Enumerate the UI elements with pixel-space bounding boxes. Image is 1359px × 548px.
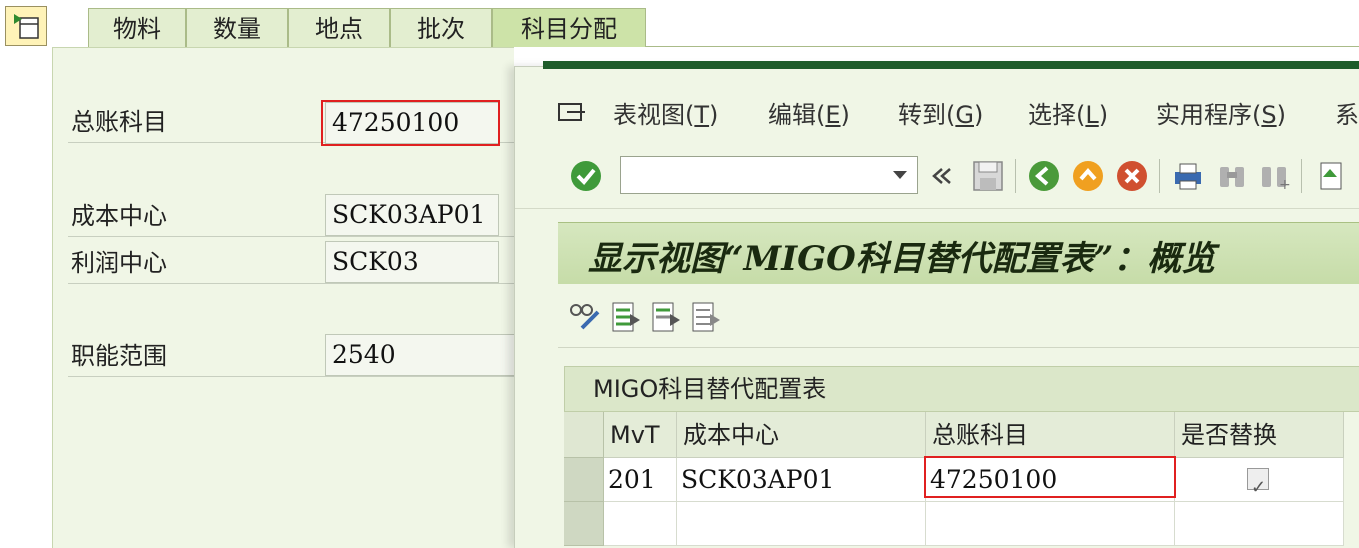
menu-goto[interactable]: 转到(G): [898, 95, 983, 130]
replace-checkbox[interactable]: [1247, 466, 1269, 510]
command-field[interactable]: [620, 156, 918, 194]
menu-label: 实用程序(: [1156, 101, 1262, 129]
profit-center-label: 利润中心: [71, 249, 167, 277]
gl-account-label: 总账科目: [71, 108, 167, 136]
functional-area-field[interactable]: 2540: [325, 334, 515, 376]
menu-label-end: ): [709, 101, 719, 129]
column-header-replace[interactable]: 是否替换: [1175, 412, 1344, 458]
menu-edit[interactable]: 编辑(E): [768, 95, 850, 130]
column-header-mvt[interactable]: MvT: [604, 412, 677, 458]
column-header-cost-center[interactable]: 成本中心: [677, 412, 926, 458]
highlight-box: [924, 456, 1176, 498]
menu-label: 编辑(: [768, 101, 826, 129]
print-icon[interactable]: [1171, 159, 1205, 193]
cost-center-field[interactable]: SCK03AP01: [325, 194, 499, 236]
menu-utilities[interactable]: 实用程序(S): [1156, 95, 1286, 130]
menu-label: 系: [1335, 101, 1359, 129]
menu-label: 选择(: [1028, 101, 1086, 129]
cost-center-label: 成本中心: [71, 202, 167, 230]
back-icon[interactable]: [1027, 159, 1061, 193]
deselect-icon[interactable]: [650, 300, 682, 334]
tab-baseline: [646, 46, 1359, 47]
tab-batch[interactable]: 批次: [390, 8, 492, 47]
svg-text:+: +: [1279, 177, 1291, 193]
row-selector[interactable]: [564, 458, 604, 502]
select-all-icon[interactable]: [610, 300, 642, 334]
details-icon[interactable]: [690, 300, 722, 334]
exit-icon[interactable]: [1071, 159, 1105, 193]
menu-hotkey: G: [955, 101, 974, 129]
row-selector[interactable]: [564, 502, 604, 546]
tab-account-assignment[interactable]: 科目分配: [492, 8, 646, 47]
table-cell-empty[interactable]: [677, 502, 926, 546]
divider: [68, 376, 518, 377]
menu-table-view[interactable]: 表视图(T): [613, 95, 718, 130]
menu-label-end: ): [1098, 101, 1109, 129]
highlight-box: [321, 100, 500, 146]
functional-area-label: 职能范围: [71, 342, 167, 370]
divider: [68, 236, 518, 237]
table-view-window: 表视图(T) 编辑(E) 转到(G) 选择(L) 实用程序(S) 系 + 显示视…: [514, 61, 1359, 548]
chevron-down-icon[interactable]: [893, 171, 907, 179]
table-cell-cost-center[interactable]: SCK03AP01: [677, 458, 926, 502]
back-double-icon[interactable]: [929, 159, 955, 193]
menu-bar: 表视图(T) 编辑(E) 转到(G) 选择(L) 实用程序(S) 系: [515, 85, 1359, 145]
column-header-gl-account[interactable]: 总账科目: [926, 412, 1175, 458]
toolbar-separator: [1015, 159, 1016, 193]
divider: [68, 283, 518, 284]
enter-check-icon[interactable]: [569, 159, 603, 193]
application-toolbar: [558, 284, 1359, 348]
table-cell-empty[interactable]: [604, 502, 677, 546]
toolbar-separator: [1159, 159, 1160, 193]
menu-icon[interactable]: [557, 101, 587, 125]
left-strip: [0, 0, 52, 548]
table-cell-replace: [1175, 458, 1344, 510]
menu-hotkey: T: [694, 101, 710, 129]
table-cell-empty[interactable]: [926, 502, 1175, 546]
table-cell-empty[interactable]: [1175, 502, 1344, 546]
menu-label: 转到(: [898, 101, 956, 129]
cancel-icon[interactable]: [1115, 159, 1149, 193]
tab-strip: 物料 数量 地点 批次 科目分配: [52, 0, 1359, 47]
layout-toggle-button[interactable]: [5, 6, 47, 46]
account-assignment-form: 总账科目 47250100 成本中心 SCK03AP01 利润中心 SCK03 …: [52, 47, 518, 548]
menu-system[interactable]: 系: [1335, 95, 1359, 130]
menu-label-end: ): [840, 101, 850, 129]
save-icon[interactable]: [971, 159, 1005, 193]
menu-hotkey: E: [825, 101, 841, 129]
table-control: MIGO科目替代配置表 MvT 成本中心 总账科目 是否替换 201 SCK03…: [558, 348, 1359, 548]
screen-title: 显示视图“MIGO科目替代配置表”：概览: [588, 239, 1216, 279]
table-caption: MIGO科目替代配置表: [564, 366, 1359, 412]
layout-icon: [14, 14, 39, 39]
tab-where[interactable]: 地点: [288, 8, 390, 47]
display-change-icon[interactable]: [568, 300, 602, 334]
window-top-border: [543, 61, 1359, 69]
toolbar-separator: [1301, 159, 1302, 193]
tab-quantity[interactable]: 数量: [186, 8, 288, 47]
screen-title-bar: 显示视图“MIGO科目替代配置表”：概览: [558, 222, 1359, 284]
select-all-cell[interactable]: [564, 412, 604, 458]
table-cell-mvt[interactable]: 201: [604, 458, 677, 502]
menu-hotkey: L: [1085, 101, 1099, 129]
menu-label-end: ): [1276, 101, 1286, 129]
tab-material[interactable]: 物料: [88, 8, 186, 47]
find-icon[interactable]: [1215, 159, 1249, 193]
find-next-icon[interactable]: +: [1257, 159, 1291, 193]
menu-selection[interactable]: 选择(L): [1028, 95, 1108, 130]
menu-hotkey: S: [1261, 101, 1277, 129]
menu-label: 表视图(: [613, 101, 695, 129]
first-page-icon[interactable]: [1313, 159, 1347, 193]
profit-center-field[interactable]: SCK03: [325, 241, 499, 283]
standard-toolbar: +: [515, 145, 1359, 209]
menu-label-end: ): [973, 101, 984, 129]
